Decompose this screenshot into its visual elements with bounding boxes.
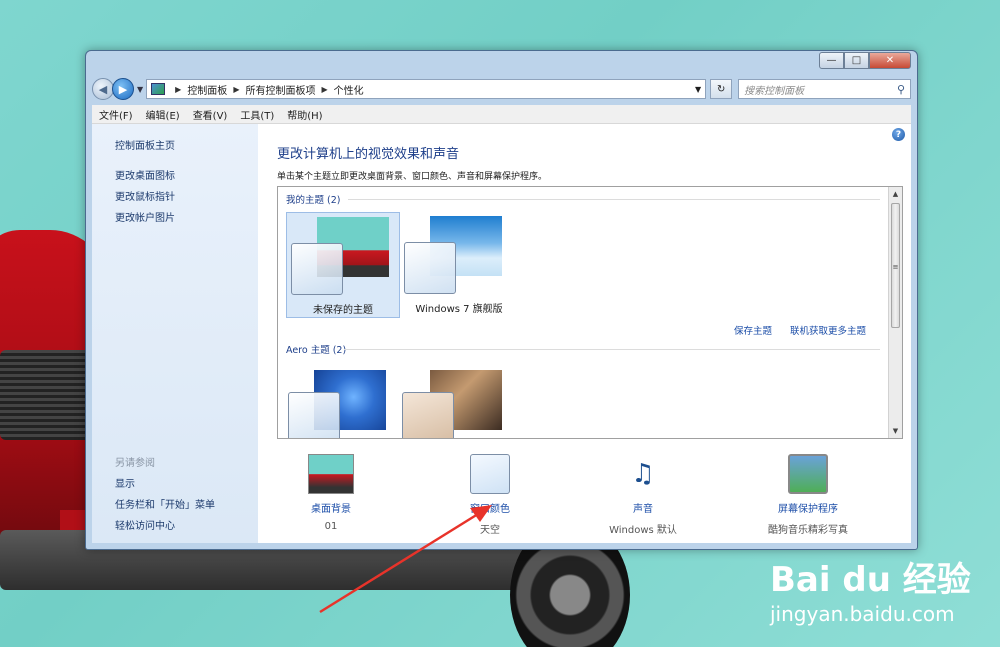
screensaver-label[interactable]: 屏幕保护程序 bbox=[752, 500, 864, 515]
theme-tile-windows7[interactable]: Windows 7 旗舰版 bbox=[402, 212, 516, 318]
sidebar-link-taskbar[interactable]: 任务栏和「开始」菜单 bbox=[115, 496, 215, 511]
group-divider bbox=[344, 349, 880, 350]
scroll-grip-icon: ≡ bbox=[892, 263, 899, 271]
theme-tile-aero-windows7[interactable] bbox=[286, 362, 400, 438]
theme-name: Windows 7 旗舰版 bbox=[415, 304, 503, 315]
sound-label[interactable]: 声音 bbox=[593, 500, 693, 515]
recent-pages-dropdown-icon[interactable]: ▼ bbox=[137, 85, 143, 94]
menu-bar: 文件(F) 编辑(E) 查看(V) 工具(T) 帮助(H) bbox=[92, 105, 911, 124]
screensaver-icon bbox=[788, 454, 828, 494]
theme-name: 未保存的主题 bbox=[313, 305, 373, 316]
main-panel: ? 更改计算机上的视觉效果和声音 单击某个主题立即更改桌面背景、窗口颜色、声音和… bbox=[258, 124, 911, 543]
sidebar-link-mouse-pointers[interactable]: 更改鼠标指针 bbox=[115, 188, 175, 203]
screensaver-option[interactable]: 屏幕保护程序 酷狗音乐精彩写真 bbox=[752, 454, 864, 536]
breadcrumb-separator-icon[interactable]: ▶ bbox=[321, 85, 327, 94]
breadcrumb-all-items[interactable]: 所有控制面板项 bbox=[245, 82, 315, 97]
sidebar-link-account-picture[interactable]: 更改帐户图片 bbox=[115, 209, 175, 224]
close-button[interactable]: ✕ bbox=[869, 52, 911, 69]
see-also-heading: 另请参阅 bbox=[115, 458, 155, 469]
desktop-background-label[interactable]: 桌面背景 bbox=[281, 500, 381, 515]
personalization-window: — □ ✕ ◀ ▶ ▼ ▶ 控制面板 ▶ 所有控制面板项 ▶ 个性化 ▼ ↻ 搜… bbox=[85, 50, 918, 550]
title-bar[interactable]: — □ ✕ bbox=[86, 51, 917, 75]
menu-tools[interactable]: 工具(T) bbox=[240, 107, 274, 122]
desktop-background-icon bbox=[308, 454, 354, 494]
desktop-background-option[interactable]: 桌面背景 01 bbox=[281, 454, 381, 532]
aero-themes-label: Aero 主题 (2) bbox=[286, 345, 347, 356]
scroll-down-icon[interactable]: ▼ bbox=[889, 424, 902, 438]
control-panel-icon bbox=[151, 83, 166, 95]
scroll-up-icon[interactable]: ▲ bbox=[889, 187, 902, 201]
address-dropdown-icon[interactable]: ▼ bbox=[695, 85, 701, 94]
theme-list-scrollbar[interactable]: ▲ ≡ ▼ bbox=[888, 187, 902, 438]
help-icon[interactable]: ? bbox=[892, 128, 905, 141]
menu-help[interactable]: 帮助(H) bbox=[287, 107, 322, 122]
watermark-url: jingyan.baidu.com bbox=[770, 602, 955, 626]
minimize-button[interactable]: — bbox=[819, 52, 844, 69]
breadcrumb-control-panel[interactable]: 控制面板 bbox=[187, 82, 227, 97]
menu-edit[interactable]: 编辑(E) bbox=[146, 107, 180, 122]
my-themes-label: 我的主题 (2) bbox=[286, 195, 341, 206]
baidu-watermark: Bai du 经验 jingyan.baidu.com bbox=[770, 552, 995, 642]
sidebar-link-ease-of-access[interactable]: 轻松访问中心 bbox=[115, 517, 175, 532]
sound-option[interactable]: ♫ 声音 Windows 默认 bbox=[593, 454, 693, 536]
screensaver-value: 酷狗音乐精彩写真 bbox=[768, 525, 848, 536]
sidebar-link-control-panel-home[interactable]: 控制面板主页 bbox=[115, 137, 175, 152]
sound-icon: ♫ bbox=[631, 459, 655, 489]
sound-value: Windows 默认 bbox=[609, 525, 677, 536]
search-icon[interactable]: ⚲ bbox=[897, 83, 905, 96]
get-more-themes-link[interactable]: 联机获取更多主题 bbox=[790, 323, 866, 337]
theme-color-swatch bbox=[402, 392, 454, 438]
group-divider bbox=[348, 199, 880, 200]
back-button[interactable]: ◀ bbox=[92, 78, 114, 100]
navigation-bar: ◀ ▶ ▼ ▶ 控制面板 ▶ 所有控制面板项 ▶ 个性化 ▼ ↻ 搜索控制面板 … bbox=[92, 77, 911, 101]
watermark-brand: Bai du 经验 bbox=[770, 560, 971, 600]
search-input[interactable]: 搜索控制面板 ⚲ bbox=[738, 79, 911, 99]
breadcrumb-separator-icon[interactable]: ▶ bbox=[175, 85, 181, 94]
breadcrumb-separator-icon[interactable]: ▶ bbox=[233, 85, 239, 94]
address-bar[interactable]: ▶ 控制面板 ▶ 所有控制面板项 ▶ 个性化 ▼ bbox=[146, 79, 707, 99]
window-color-option[interactable]: 窗口颜色 天空 bbox=[440, 454, 540, 536]
sidebar: 控制面板主页 更改桌面图标 更改鼠标指针 更改帐户图片 另请参阅 显示 任务栏和… bbox=[92, 124, 258, 543]
search-placeholder: 搜索控制面板 bbox=[744, 85, 805, 97]
window-controls: — □ ✕ bbox=[819, 52, 911, 69]
window-color-label[interactable]: 窗口颜色 bbox=[440, 500, 540, 515]
desktop-background-value: 01 bbox=[324, 521, 338, 532]
theme-color-swatch bbox=[291, 243, 343, 295]
sidebar-link-desktop-icons[interactable]: 更改桌面图标 bbox=[115, 167, 175, 182]
wallpaper-car-grille bbox=[0, 350, 95, 440]
page-title: 更改计算机上的视觉效果和声音 bbox=[277, 147, 460, 162]
window-color-icon bbox=[470, 454, 510, 494]
menu-view[interactable]: 查看(V) bbox=[193, 107, 228, 122]
sidebar-link-display[interactable]: 显示 bbox=[115, 475, 135, 490]
theme-color-swatch bbox=[404, 242, 456, 294]
maximize-button[interactable]: □ bbox=[844, 52, 869, 69]
window-color-value: 天空 bbox=[480, 525, 500, 536]
breadcrumb-personalization[interactable]: 个性化 bbox=[334, 82, 364, 97]
theme-color-swatch bbox=[288, 392, 340, 438]
theme-list[interactable]: 我的主题 (2) 未保存的主题 Windows 7 旗舰版 保存主题 联机获取更… bbox=[277, 186, 903, 439]
theme-tile-unsaved[interactable]: 未保存的主题 bbox=[286, 212, 400, 318]
menu-file[interactable]: 文件(F) bbox=[99, 107, 133, 122]
refresh-button[interactable]: ↻ bbox=[710, 79, 733, 99]
page-description: 单击某个主题立即更改桌面背景、窗口颜色、声音和屏幕保护程序。 bbox=[277, 172, 548, 182]
window-content: 控制面板主页 更改桌面图标 更改鼠标指针 更改帐户图片 另请参阅 显示 任务栏和… bbox=[92, 124, 911, 543]
theme-tile-aero-photos[interactable] bbox=[402, 362, 516, 438]
save-theme-link[interactable]: 保存主题 bbox=[734, 323, 772, 337]
forward-button[interactable]: ▶ bbox=[112, 78, 134, 100]
